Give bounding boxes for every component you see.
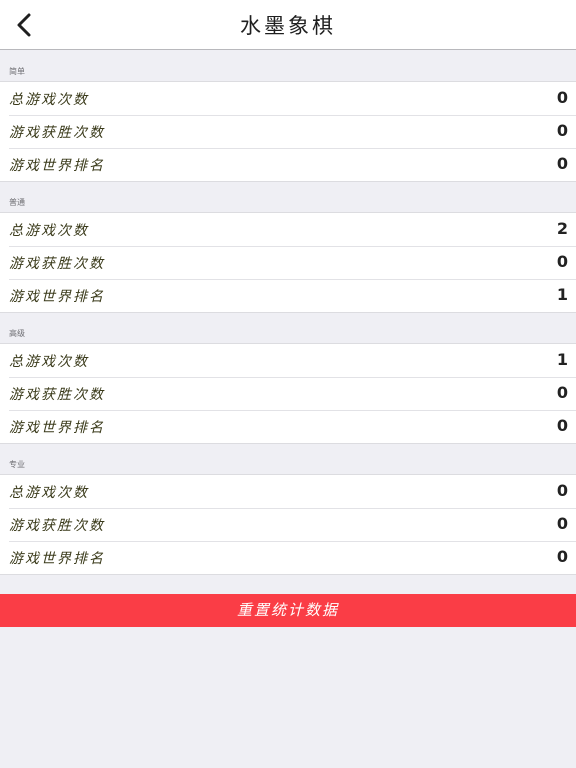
- stat-label: 游戏世界排名: [9, 420, 105, 436]
- stats-group-professional: 总游戏次数 0 游戏获胜次数 0 游戏世界排名 0: [0, 474, 576, 575]
- stats-group-advanced: 总游戏次数 1 游戏获胜次数 0 游戏世界排名 0: [0, 343, 576, 444]
- stat-label: 游戏世界排名: [9, 158, 105, 174]
- section-header-easy: 简单: [0, 51, 576, 81]
- stat-value: 0: [556, 88, 568, 107]
- stat-row-total-games: 总游戏次数 0: [0, 82, 576, 115]
- stat-value: 0: [556, 481, 568, 500]
- stat-row-world-rank: 游戏世界排名 0: [0, 541, 576, 574]
- stat-label: 游戏获胜次数: [9, 518, 105, 534]
- stat-value: 0: [556, 514, 568, 533]
- section-header-professional: 专业: [0, 444, 576, 474]
- stat-label: 游戏获胜次数: [9, 125, 105, 141]
- stats-group-easy: 总游戏次数 0 游戏获胜次数 0 游戏世界排名 0: [0, 81, 576, 182]
- stat-value: 0: [556, 383, 568, 402]
- stat-value: 0: [556, 547, 568, 566]
- stat-value: 0: [556, 121, 568, 140]
- stat-label: 游戏世界排名: [9, 551, 105, 567]
- stat-value: 0: [556, 252, 568, 271]
- section-header-label: 简单: [9, 67, 25, 76]
- stat-value: 0: [556, 154, 568, 173]
- stat-row-world-rank: 游戏世界排名 0: [0, 410, 576, 443]
- stat-row-wins: 游戏获胜次数 0: [0, 246, 576, 279]
- stat-row-total-games: 总游戏次数 1: [0, 344, 576, 377]
- section-header-label: 专业: [9, 460, 25, 469]
- stat-value: 2: [556, 219, 568, 238]
- navigation-bar: 水墨象棋: [0, 0, 576, 50]
- stat-label: 游戏世界排名: [9, 289, 105, 305]
- stat-label: 总游戏次数: [9, 485, 89, 501]
- stat-label: 总游戏次数: [9, 223, 89, 239]
- stat-row-total-games: 总游戏次数 0: [0, 475, 576, 508]
- stat-row-total-games: 总游戏次数 2: [0, 213, 576, 246]
- stat-label: 总游戏次数: [9, 92, 89, 108]
- stat-row-wins: 游戏获胜次数 0: [0, 377, 576, 410]
- stat-row-world-rank: 游戏世界排名 0: [0, 148, 576, 181]
- stat-label: 游戏获胜次数: [9, 256, 105, 272]
- stat-label: 游戏获胜次数: [9, 387, 105, 403]
- section-header-label: 高级: [9, 329, 25, 338]
- reset-stats-button[interactable]: 重置统计数据: [0, 594, 576, 627]
- section-header-advanced: 高级: [0, 313, 576, 343]
- stat-value: 1: [556, 350, 568, 369]
- stat-label: 总游戏次数: [9, 354, 89, 370]
- stat-value: 1: [556, 285, 568, 304]
- stat-row-wins: 游戏获胜次数 0: [0, 115, 576, 148]
- stat-row-wins: 游戏获胜次数 0: [0, 508, 576, 541]
- stat-row-world-rank: 游戏世界排名 1: [0, 279, 576, 312]
- page-title: 水墨象棋: [240, 14, 336, 38]
- stats-group-normal: 总游戏次数 2 游戏获胜次数 0 游戏世界排名 1: [0, 212, 576, 313]
- stat-value: 0: [556, 416, 568, 435]
- section-header-label: 普通: [9, 198, 25, 207]
- section-header-normal: 普通: [0, 182, 576, 212]
